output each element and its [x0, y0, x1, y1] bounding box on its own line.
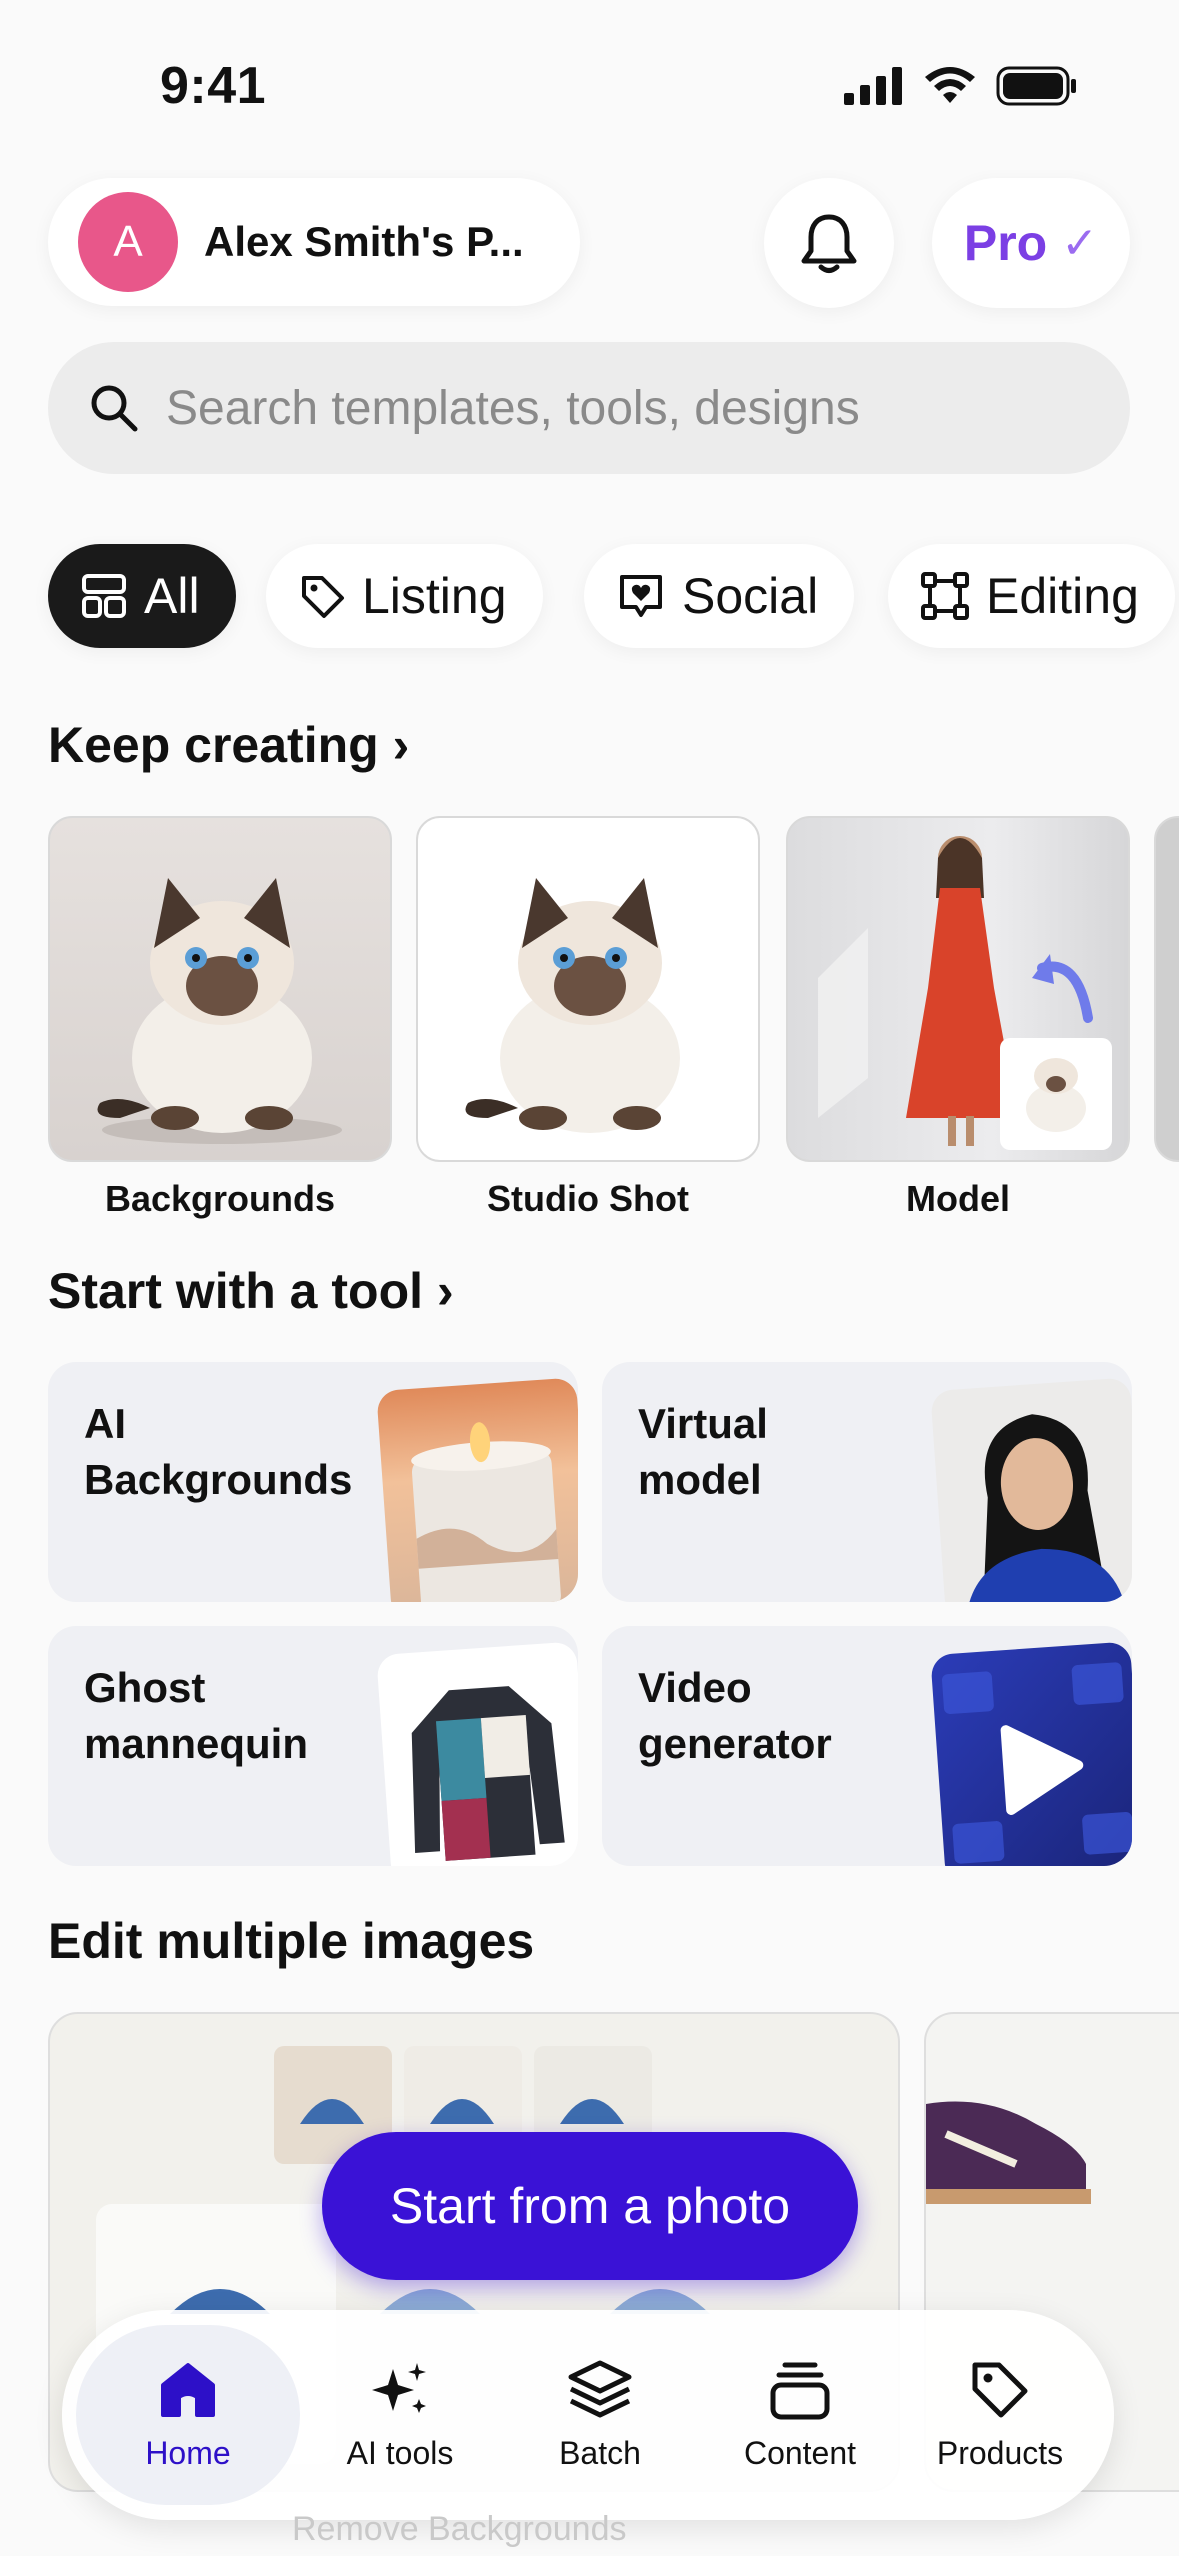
chip-label: Social [682, 568, 819, 624]
tab-label: Batch [559, 2434, 641, 2471]
tool-label: Ghost mannequin [84, 1664, 309, 1767]
pro-label: Pro [963, 215, 1048, 271]
search-icon [91, 385, 138, 432]
sparkles-icon [372, 2362, 426, 2413]
chevron-right-icon: › [437, 1263, 454, 1319]
bell-icon [801, 214, 857, 273]
section-title: Keep creating [48, 717, 379, 773]
chip-social[interactable]: Social [584, 544, 855, 648]
jacket-image [376, 1641, 578, 1866]
section-title: Start with a tool [48, 1263, 423, 1319]
tab-label: Home [145, 2434, 231, 2471]
play-icon [1000, 1725, 1084, 1815]
pro-badge[interactable]: Pro ✓ [932, 178, 1130, 308]
crop-frame-icon [921, 572, 969, 620]
heart-chat-icon [620, 575, 662, 617]
edit-multiple-title: Edit multiple images [48, 1913, 535, 1969]
chip-editing[interactable]: Editing [888, 544, 1175, 648]
keep-creating-header[interactable]: Keep creating › [48, 716, 409, 774]
stack-icon [770, 2362, 830, 2419]
chevron-right-icon: › [392, 717, 410, 773]
tag-icon [972, 2362, 1028, 2417]
search-placeholder: Search templates, tools, designs [166, 381, 860, 435]
wifi-icon [925, 67, 975, 103]
account-switcher[interactable]: A Alex Smith's P... [48, 178, 580, 306]
tool-video-generator[interactable]: Video generator [602, 1626, 1132, 1866]
search-bar[interactable]: Search templates, tools, designs [48, 342, 1130, 474]
chip-label: All [144, 568, 200, 624]
tool-label: Virtual model [638, 1400, 768, 1503]
chip-listing[interactable]: Listing [266, 544, 543, 648]
tab-label: AI tools [346, 2434, 454, 2471]
signal-icon [844, 67, 902, 105]
home-icon [161, 2362, 215, 2417]
battery-icon [996, 66, 1076, 106]
candle-image [376, 1377, 578, 1602]
cat-image [97, 878, 342, 1144]
tab-products[interactable]: Products [900, 2325, 1100, 2505]
card-label: Model [906, 1178, 1010, 1219]
account-name: Alex Smith's P... [204, 218, 524, 265]
card-studio-shot[interactable] [416, 816, 760, 1162]
model-image [818, 836, 1112, 1150]
tab-home[interactable]: Home [76, 2325, 300, 2505]
card-next-peek[interactable] [1154, 816, 1179, 1162]
chip-label: Listing [362, 568, 507, 624]
cat-image [465, 878, 680, 1133]
tab-batch[interactable]: Batch [500, 2325, 700, 2505]
card-label: Studio Shot [487, 1178, 689, 1219]
batch-caption: Remove Backgrounds [292, 2510, 627, 2548]
avatar: A [78, 192, 178, 292]
video-thumbnail [930, 1641, 1132, 1866]
layout-icon [82, 574, 126, 618]
tag-icon [302, 576, 344, 618]
tab-content[interactable]: Content [700, 2325, 900, 2505]
tool-virtual-model[interactable]: Virtual model [602, 1362, 1132, 1602]
tool-ai-backgrounds[interactable]: AI Backgrounds [48, 1362, 578, 1602]
layers-icon [568, 2360, 632, 2417]
tab-label: Products [936, 2434, 1064, 2471]
tool-label: Video generator [638, 1664, 832, 1767]
tool-ghost-mannequin[interactable]: Ghost mannequin [48, 1626, 578, 1866]
card-label: Backgrounds [104, 1178, 336, 1219]
tools-header[interactable]: Start with a tool › [48, 1262, 454, 1320]
card-backgrounds[interactable] [48, 816, 392, 1162]
tool-label: AI Backgrounds [84, 1400, 353, 1503]
check-icon: ✓ [1061, 218, 1099, 268]
bottom-tab-bar: Home AI tools Batch Content Products [62, 2310, 1114, 2520]
status-icons [844, 66, 1078, 106]
status-time: 9:41 [160, 57, 267, 115]
tab-ai-tools[interactable]: AI tools [300, 2325, 500, 2505]
card-model[interactable] [786, 816, 1130, 1162]
notifications-button[interactable] [764, 178, 894, 308]
tab-label: Content [743, 2434, 857, 2471]
model-portrait-image [930, 1377, 1132, 1602]
chip-all[interactable]: All [48, 544, 236, 648]
chip-label: Editing [986, 568, 1139, 624]
start-from-photo-button[interactable]: Start from a photo [322, 2132, 858, 2280]
